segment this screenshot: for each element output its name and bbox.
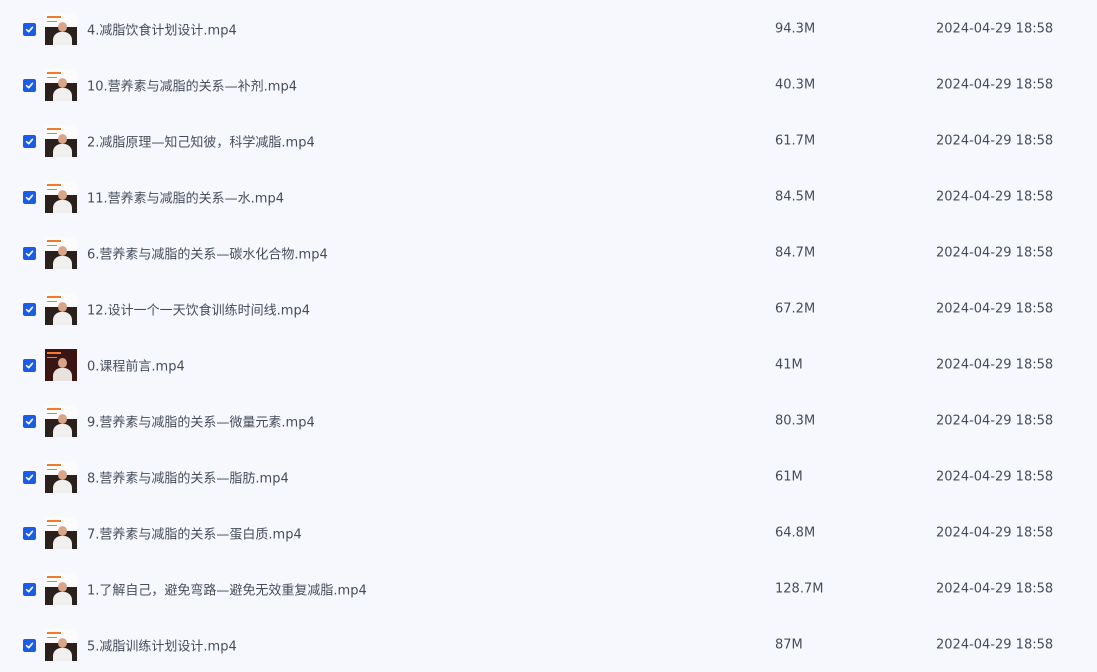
file-size: 64.8M — [775, 525, 816, 541]
file-size: 61.7M — [775, 133, 816, 149]
file-row[interactable]: 12.设计一个一天饮食训练时间线.mp4 67.2M 2024-04-29 18:5… — [0, 281, 1097, 337]
file-name[interactable]: 5.减脂训练计划设计.mp4 — [87, 636, 237, 655]
video-thumbnail[interactable] — [45, 181, 77, 213]
file-row[interactable]: 5.减脂训练计划设计.mp4 87M 2024-04-29 18:58 — [0, 617, 1097, 672]
checkbox-checked-icon[interactable] — [23, 415, 36, 428]
checkbox-checked-icon[interactable] — [23, 79, 36, 92]
video-thumbnail[interactable] — [45, 293, 77, 325]
file-name[interactable]: 9.营养素与减脂的关系—微量元素.mp4 — [87, 412, 315, 431]
file-date: 2024-04-29 18:58 — [936, 189, 1054, 205]
video-thumbnail[interactable] — [45, 629, 77, 661]
file-size: 84.7M — [775, 245, 816, 261]
file-date: 2024-04-29 18:58 — [936, 245, 1054, 261]
video-thumbnail[interactable] — [45, 349, 77, 381]
checkbox-checked-icon[interactable] — [23, 359, 36, 372]
video-thumbnail[interactable] — [45, 237, 77, 269]
file-row[interactable]: 4.减脂饮食计划设计.mp4 94.3M 2024-04-29 18:58 — [0, 1, 1097, 57]
file-date: 2024-04-29 18:58 — [936, 77, 1054, 93]
file-name[interactable]: 11.营养素与减脂的关系—水.mp4 — [87, 188, 284, 207]
file-size: 128.7M — [775, 581, 824, 597]
file-size: 41M — [775, 357, 803, 373]
checkbox-checked-icon[interactable] — [23, 471, 36, 484]
file-name[interactable]: 12.设计一个一天饮食训练时间线.mp4 — [87, 300, 310, 319]
file-size: 40.3M — [775, 77, 816, 93]
file-date: 2024-04-29 18:58 — [936, 525, 1054, 541]
file-date: 2024-04-29 18:58 — [936, 637, 1054, 653]
file-row[interactable]: 11.营养素与减脂的关系—水.mp4 84.5M 2024-04-29 18:58 — [0, 169, 1097, 225]
checkbox-checked-icon[interactable] — [23, 527, 36, 540]
checkbox-checked-icon[interactable] — [23, 639, 36, 652]
file-row[interactable]: 2.减脂原理—知己知彼，科学减脂.mp4 61.7M 2024-04-29 18:5… — [0, 113, 1097, 169]
video-thumbnail[interactable] — [45, 573, 77, 605]
file-date: 2024-04-29 18:58 — [936, 133, 1054, 149]
file-row[interactable]: 8.营养素与减脂的关系—脂肪.mp4 61M 2024-04-29 18:58 — [0, 449, 1097, 505]
file-size: 67.2M — [775, 301, 816, 317]
file-date: 2024-04-29 18:58 — [936, 413, 1054, 429]
file-size: 94.3M — [775, 21, 816, 37]
checkbox-checked-icon[interactable] — [23, 247, 36, 260]
video-thumbnail[interactable] — [45, 69, 77, 101]
file-name[interactable]: 10.营养素与减脂的关系—补剂.mp4 — [87, 76, 297, 95]
file-row[interactable]: 7.营养素与减脂的关系—蛋白质.mp4 64.8M 2024-04-29 18:58 — [0, 505, 1097, 561]
file-date: 2024-04-29 18:58 — [936, 21, 1054, 37]
video-thumbnail[interactable] — [45, 461, 77, 493]
file-list: 4.减脂饮食计划设计.mp4 94.3M 2024-04-29 18:58 10.营养… — [0, 0, 1097, 672]
checkbox-checked-icon[interactable] — [23, 303, 36, 316]
file-row[interactable]: 10.营养素与减脂的关系—补剂.mp4 40.3M 2024-04-29 18:58 — [0, 57, 1097, 113]
file-date: 2024-04-29 18:58 — [936, 301, 1054, 317]
file-name[interactable]: 7.营养素与减脂的关系—蛋白质.mp4 — [87, 524, 302, 543]
file-date: 2024-04-29 18:58 — [936, 469, 1054, 485]
file-name[interactable]: 1.了解自己，避免弯路—避免无效重复减脂.mp4 — [87, 580, 367, 599]
file-name[interactable]: 8.营养素与减脂的关系—脂肪.mp4 — [87, 468, 289, 487]
video-thumbnail[interactable] — [45, 517, 77, 549]
file-row[interactable]: 1.了解自己，避免弯路—避免无效重复减脂.mp4 128.7M 2024-04-29… — [0, 561, 1097, 617]
file-name[interactable]: 2.减脂原理—知己知彼，科学减脂.mp4 — [87, 132, 315, 151]
file-name[interactable]: 6.营养素与减脂的关系—碳水化合物.mp4 — [87, 244, 328, 263]
video-thumbnail[interactable] — [45, 405, 77, 437]
file-size: 80.3M — [775, 413, 816, 429]
checkbox-checked-icon[interactable] — [23, 135, 36, 148]
file-date: 2024-04-29 18:58 — [936, 581, 1054, 597]
file-row[interactable]: 9.营养素与减脂的关系—微量元素.mp4 80.3M 2024-04-29 18:5… — [0, 393, 1097, 449]
video-thumbnail[interactable] — [45, 125, 77, 157]
file-size: 61M — [775, 469, 803, 485]
file-size: 84.5M — [775, 189, 816, 205]
checkbox-checked-icon[interactable] — [23, 191, 36, 204]
file-size: 87M — [775, 637, 803, 653]
file-name[interactable]: 0.课程前言.mp4 — [87, 356, 185, 375]
file-date: 2024-04-29 18:58 — [936, 357, 1054, 373]
checkbox-checked-icon[interactable] — [23, 23, 36, 36]
video-thumbnail[interactable] — [45, 13, 77, 45]
file-row[interactable]: 0.课程前言.mp4 41M 2024-04-29 18:58 — [0, 337, 1097, 393]
file-row[interactable]: 6.营养素与减脂的关系—碳水化合物.mp4 84.7M 2024-04-29 18:… — [0, 225, 1097, 281]
checkbox-checked-icon[interactable] — [23, 583, 36, 596]
file-name[interactable]: 4.减脂饮食计划设计.mp4 — [87, 20, 237, 39]
